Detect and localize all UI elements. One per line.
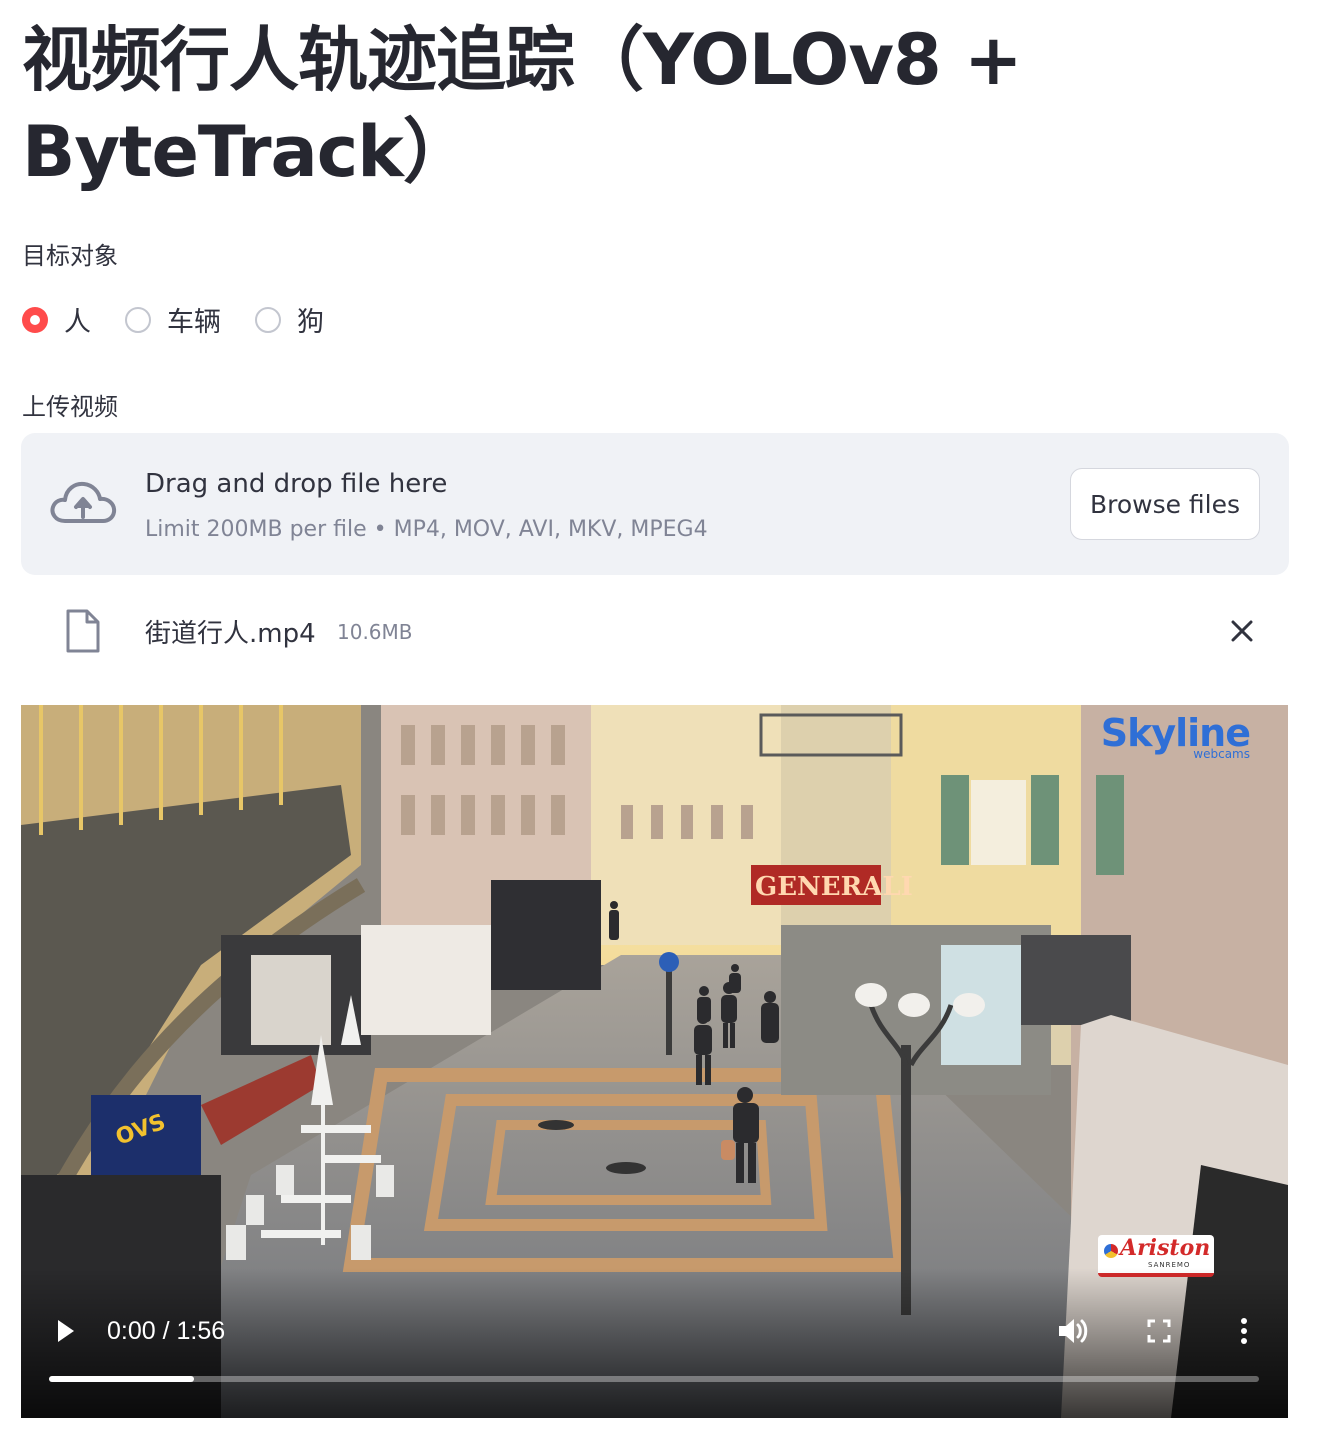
radio-label: 狗 [297, 307, 324, 338]
file-name: 街道行人.mp4 [145, 619, 316, 649]
upload-label: 上传视频 [22, 393, 118, 421]
more-vertical-icon[interactable] [1238, 1317, 1250, 1345]
fullscreen-icon[interactable] [1147, 1319, 1171, 1343]
radio-button[interactable] [255, 306, 281, 333]
close-icon[interactable] [1229, 618, 1255, 644]
radio-button-checked[interactable] [22, 306, 48, 333]
volume-icon[interactable] [1056, 1315, 1090, 1347]
radio-label: 人 [64, 307, 91, 338]
play-icon[interactable] [55, 1318, 77, 1344]
video-player[interactable]: OVS GENERALI Skyline webcams Ariston SAN… [21, 705, 1288, 1418]
cloud-upload-icon [50, 481, 117, 523]
uploaded-file-row: 街道行人.mp4 10.6MB [21, 598, 1289, 668]
dropzone-title: Drag and drop file here [145, 469, 448, 499]
radio-option-person[interactable]: 人 [22, 300, 91, 339]
dropzone-limit-text: Limit 200MB per file • MP4, MOV, AVI, MK… [145, 517, 708, 542]
page-title: 视频行人轨迹追踪（YOLOv8 + ByteTrack） [22, 19, 1023, 193]
radio-option-dog[interactable]: 狗 [255, 300, 324, 339]
radio-button[interactable] [125, 306, 151, 333]
video-progress-buffered [49, 1376, 195, 1382]
video-progress-bar[interactable] [49, 1376, 1259, 1382]
skyline-watermark: Skyline webcams [1101, 711, 1251, 761]
file-icon [66, 609, 100, 653]
target-radio-group: 人 车辆 狗 [22, 300, 358, 339]
browse-files-button[interactable]: Browse files [1070, 468, 1260, 540]
radio-option-vehicle[interactable]: 车辆 [125, 300, 221, 339]
file-size: 10.6MB [337, 620, 413, 644]
radio-label: 车辆 [167, 307, 221, 338]
ariston-logo-icon [1104, 1244, 1118, 1258]
target-label: 目标对象 [22, 242, 118, 270]
generali-sign: GENERALI [755, 872, 913, 902]
file-dropzone[interactable]: Drag and drop file here Limit 200MB per … [21, 433, 1289, 575]
video-time-display: 0:00 / 1:56 [107, 1317, 226, 1345]
ariston-logo-text: Ariston [1120, 1235, 1211, 1261]
